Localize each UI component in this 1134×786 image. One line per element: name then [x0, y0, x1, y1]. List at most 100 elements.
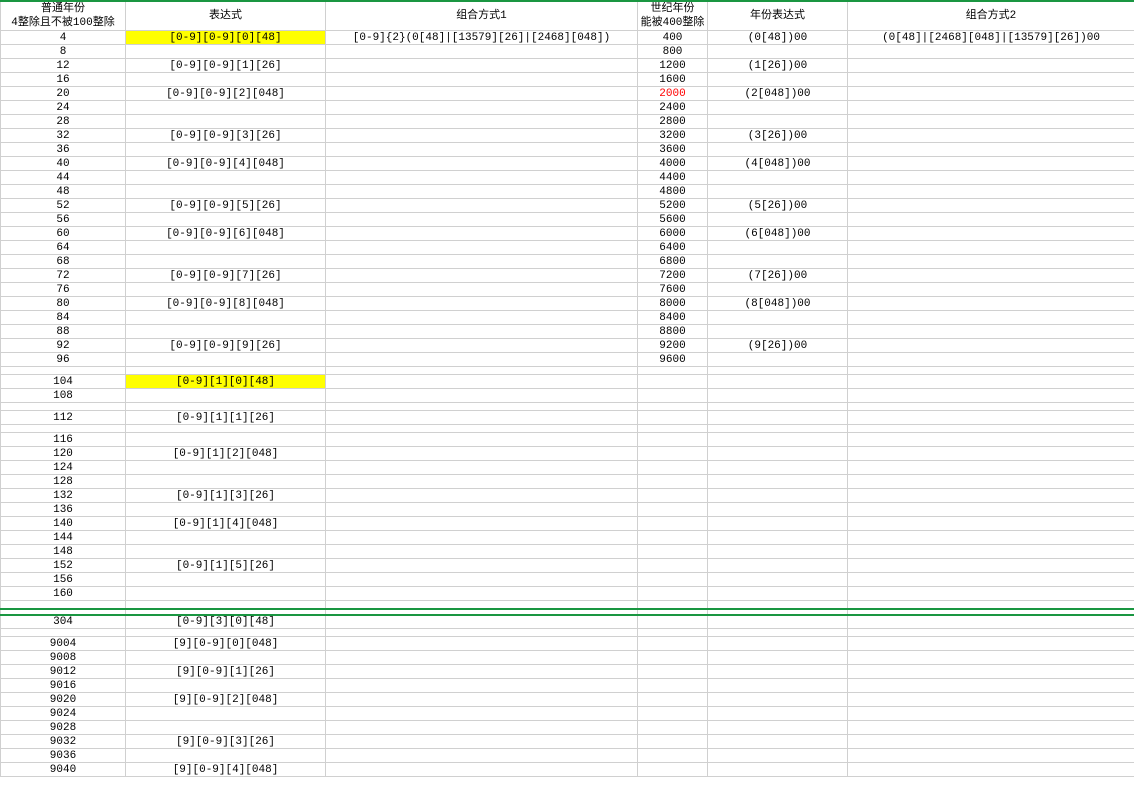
- century-cell[interactable]: 6800: [638, 255, 708, 269]
- combo1-cell[interactable]: [326, 475, 638, 489]
- header-col3[interactable]: 组合方式1: [326, 1, 638, 31]
- year-cell[interactable]: 68: [1, 255, 126, 269]
- combo2-cell[interactable]: [848, 241, 1134, 255]
- combo2-cell[interactable]: [848, 411, 1134, 425]
- year-expr-cell[interactable]: [708, 573, 848, 587]
- header-col5[interactable]: 年份表达式: [708, 1, 848, 31]
- century-cell[interactable]: [638, 615, 708, 629]
- year-cell[interactable]: 108: [1, 389, 126, 403]
- year-cell[interactable]: 9040: [1, 763, 126, 777]
- year-cell[interactable]: 40: [1, 157, 126, 171]
- combo2-cell[interactable]: [848, 433, 1134, 447]
- year-expr-cell[interactable]: [708, 545, 848, 559]
- century-cell[interactable]: 2800: [638, 115, 708, 129]
- combo1-cell[interactable]: [326, 411, 638, 425]
- expr-cell[interactable]: [126, 651, 326, 665]
- year-cell[interactable]: 4: [1, 31, 126, 45]
- combo2-cell[interactable]: [848, 255, 1134, 269]
- year-expr-cell[interactable]: (7[26])00: [708, 269, 848, 283]
- combo1-cell[interactable]: [326, 637, 638, 651]
- combo1-cell[interactable]: [326, 389, 638, 403]
- year-cell[interactable]: 112: [1, 411, 126, 425]
- century-cell[interactable]: [638, 447, 708, 461]
- expr-cell[interactable]: [126, 679, 326, 693]
- year-cell[interactable]: 104: [1, 375, 126, 389]
- combo2-cell[interactable]: [848, 531, 1134, 545]
- year-expr-cell[interactable]: [708, 185, 848, 199]
- expr-cell[interactable]: [0-9][3][0][48]: [126, 615, 326, 629]
- combo1-cell[interactable]: [326, 375, 638, 389]
- combo1-cell[interactable]: [326, 433, 638, 447]
- year-cell[interactable]: 116: [1, 433, 126, 447]
- expr-cell[interactable]: [0-9][0-9][4][048]: [126, 157, 326, 171]
- year-cell[interactable]: 144: [1, 531, 126, 545]
- expr-cell[interactable]: [9][0-9][1][26]: [126, 665, 326, 679]
- year-expr-cell[interactable]: [708, 311, 848, 325]
- combo1-cell[interactable]: [326, 545, 638, 559]
- combo1-cell[interactable]: [326, 679, 638, 693]
- year-expr-cell[interactable]: [708, 637, 848, 651]
- year-cell[interactable]: 88: [1, 325, 126, 339]
- year-expr-cell[interactable]: [708, 489, 848, 503]
- combo2-cell[interactable]: [848, 101, 1134, 115]
- year-cell[interactable]: 92: [1, 339, 126, 353]
- year-cell[interactable]: 72: [1, 269, 126, 283]
- combo2-cell[interactable]: [848, 707, 1134, 721]
- combo1-cell[interactable]: [326, 339, 638, 353]
- century-cell[interactable]: [638, 389, 708, 403]
- year-expr-cell[interactable]: [708, 763, 848, 777]
- century-cell[interactable]: [638, 749, 708, 763]
- year-expr-cell[interactable]: [708, 375, 848, 389]
- year-cell[interactable]: 64: [1, 241, 126, 255]
- expr-cell[interactable]: [126, 101, 326, 115]
- century-cell[interactable]: [638, 735, 708, 749]
- expr-cell[interactable]: [9][0-9][0][048]: [126, 637, 326, 651]
- year-expr-cell[interactable]: (8[048])00: [708, 297, 848, 311]
- combo2-cell[interactable]: [848, 615, 1134, 629]
- year-cell[interactable]: 128: [1, 475, 126, 489]
- year-expr-cell[interactable]: [708, 101, 848, 115]
- combo1-cell[interactable]: [326, 171, 638, 185]
- expr-cell[interactable]: [126, 503, 326, 517]
- year-expr-cell[interactable]: [708, 171, 848, 185]
- combo1-cell[interactable]: [326, 573, 638, 587]
- century-cell[interactable]: [638, 489, 708, 503]
- expr-cell[interactable]: [126, 573, 326, 587]
- year-expr-cell[interactable]: [708, 531, 848, 545]
- combo1-cell[interactable]: [326, 297, 638, 311]
- combo1-cell[interactable]: [0-9]{2}(0[48]|[13579][26]|[2468][048]): [326, 31, 638, 45]
- combo1-cell[interactable]: [326, 311, 638, 325]
- combo1-cell[interactable]: [326, 735, 638, 749]
- year-cell[interactable]: 9016: [1, 679, 126, 693]
- century-cell[interactable]: [638, 375, 708, 389]
- year-cell[interactable]: 20: [1, 87, 126, 101]
- combo1-cell[interactable]: [326, 185, 638, 199]
- expr-cell[interactable]: [126, 587, 326, 601]
- century-cell[interactable]: 5200: [638, 199, 708, 213]
- combo2-cell[interactable]: [848, 73, 1134, 87]
- expr-cell[interactable]: [126, 115, 326, 129]
- combo2-cell[interactable]: [848, 461, 1134, 475]
- combo2-cell[interactable]: [848, 115, 1134, 129]
- combo1-cell[interactable]: [326, 157, 638, 171]
- year-cell[interactable]: 36: [1, 143, 126, 157]
- year-expr-cell[interactable]: [708, 213, 848, 227]
- year-cell[interactable]: 96: [1, 353, 126, 367]
- combo1-cell[interactable]: [326, 353, 638, 367]
- combo2-cell[interactable]: [848, 325, 1134, 339]
- century-cell[interactable]: [638, 559, 708, 573]
- header-col6[interactable]: 组合方式2: [848, 1, 1134, 31]
- expr-cell[interactable]: [126, 185, 326, 199]
- century-cell[interactable]: [638, 637, 708, 651]
- year-expr-cell[interactable]: (0[48])00: [708, 31, 848, 45]
- year-cell[interactable]: 9012: [1, 665, 126, 679]
- century-cell[interactable]: [638, 763, 708, 777]
- expr-cell[interactable]: [0-9][1][2][048]: [126, 447, 326, 461]
- year-expr-cell[interactable]: (1[26])00: [708, 59, 848, 73]
- year-expr-cell[interactable]: [708, 255, 848, 269]
- combo2-cell[interactable]: [848, 503, 1134, 517]
- year-cell[interactable]: 9032: [1, 735, 126, 749]
- year-cell[interactable]: 152: [1, 559, 126, 573]
- century-cell[interactable]: [638, 665, 708, 679]
- combo1-cell[interactable]: [326, 587, 638, 601]
